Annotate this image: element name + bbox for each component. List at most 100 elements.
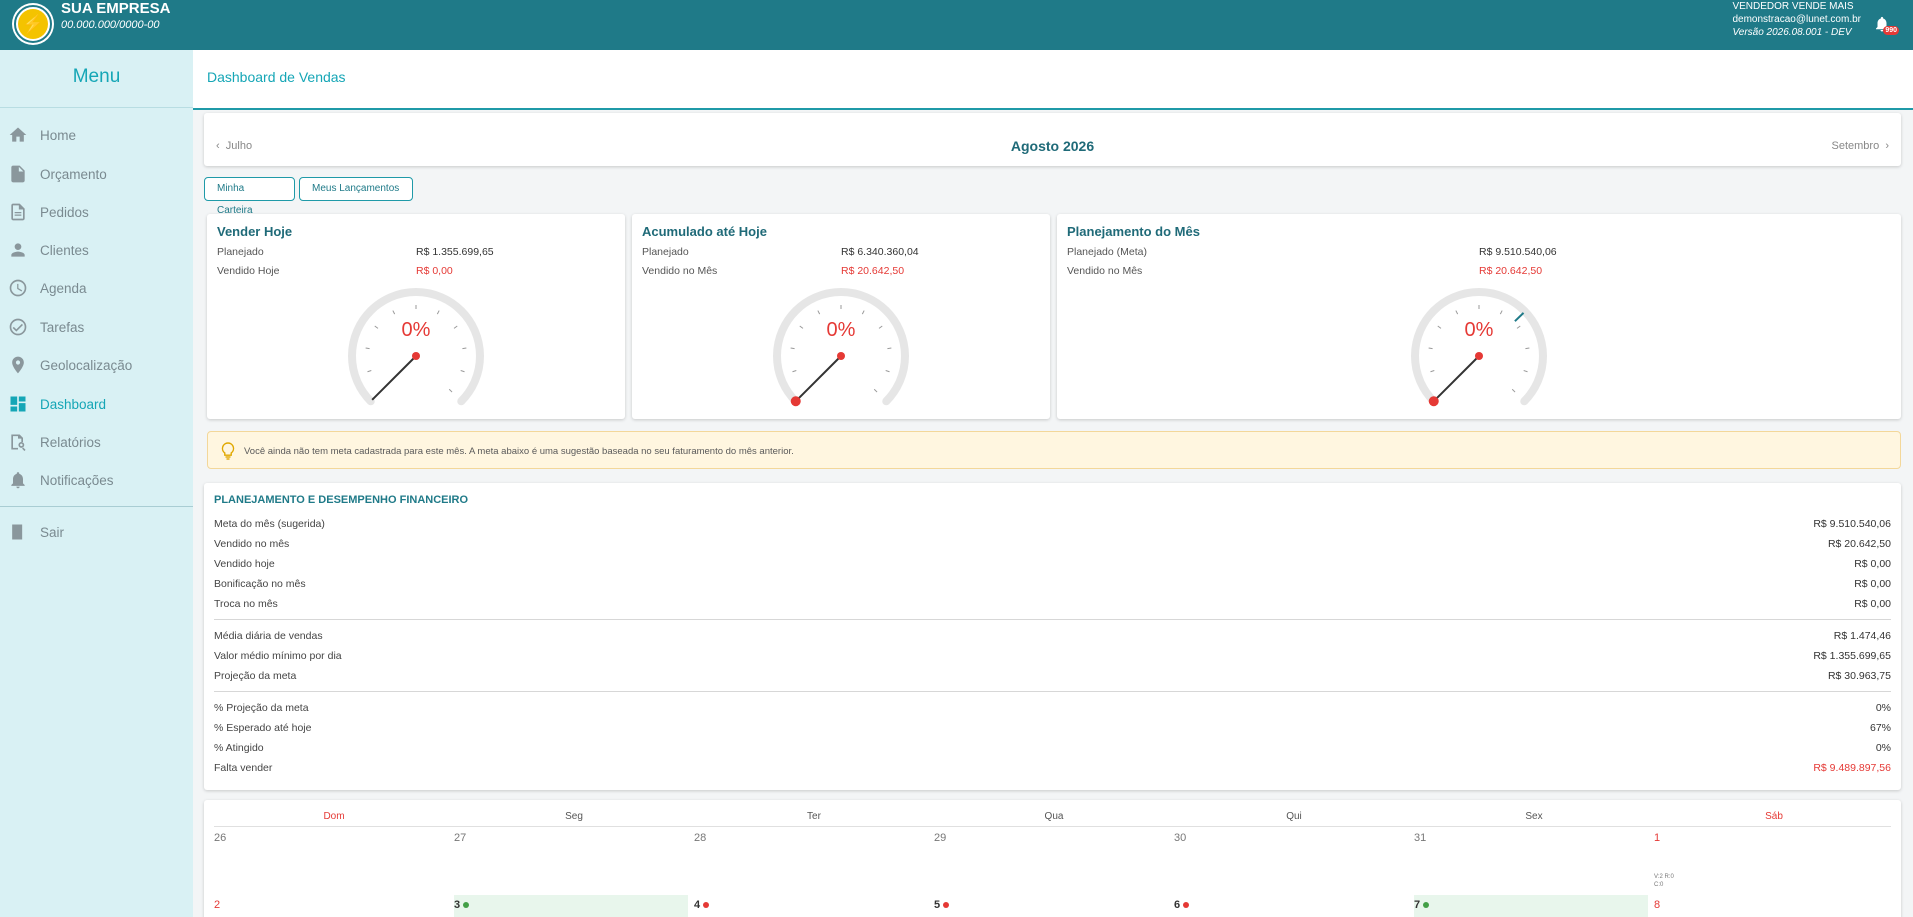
weekday-header: Qui (1286, 811, 1302, 822)
gauge-tick (436, 310, 440, 315)
weekday-header: Ter (807, 811, 821, 822)
sidebar-item-sair[interactable]: Sair (0, 517, 193, 547)
calendar-day-number: 2 (214, 899, 221, 911)
gauge-start-dot (790, 396, 801, 407)
gauge-row2-value: R$ 0,00 (416, 265, 453, 277)
gauge-tick (365, 347, 370, 350)
meus-lancamentos-button[interactable]: Meus Lançamentos (299, 177, 413, 201)
calendar-day-number: 8 (1654, 899, 1661, 911)
sidebar-item-geolocalizacao[interactable]: Geolocalização (0, 350, 193, 380)
calendar-day[interactable]: 28 (694, 832, 706, 844)
financial-row-label: Projeção da meta (214, 670, 297, 682)
financial-row-label: Bonificação no mês (214, 578, 306, 590)
gauge-percent: 0% (827, 319, 856, 341)
sidebar-item-label: Geolocalização (40, 357, 133, 373)
gauge-needle (796, 355, 842, 401)
gauge-tick (1523, 370, 1528, 373)
calendar-day[interactable]: 26 (214, 832, 226, 844)
next-month-link[interactable]: Setembro › (1832, 140, 1889, 152)
gauge-start-dot (1428, 396, 1439, 407)
gauge-card: Vender Hoje Planejado R$ 1.355.699,65 Vendi… (207, 214, 625, 419)
gauge-percent: 0% (1465, 319, 1494, 341)
calendar-day[interactable]: 7 (1414, 899, 1430, 911)
weekday-header: Sáb (1765, 811, 1783, 822)
weekday-header: Sex (1525, 811, 1543, 822)
report-search-icon (8, 432, 28, 452)
calendar-day[interactable]: 27 (454, 832, 466, 844)
gauge-hub (1475, 352, 1483, 360)
content-header: Dashboard de Vendas (193, 50, 1913, 110)
gauge-tick (1499, 310, 1503, 315)
gauge-tick (861, 310, 865, 315)
weekday-header: Seg (565, 811, 583, 822)
minha-carteira-button[interactable]: Minha Carteira (204, 177, 295, 216)
gauge-target-marker (1514, 312, 1525, 322)
gauge-tick (817, 310, 821, 315)
financial-row: % Atingido 0% (214, 742, 1891, 756)
gauge-row2-label: Vendido no Mês (642, 265, 718, 277)
financial-row-value: R$ 30.963,75 (1827, 670, 1891, 682)
calendar-day[interactable]: 4 (694, 899, 710, 911)
sidebar-item-pedidos[interactable]: Pedidos (0, 197, 193, 227)
sidebar-item-orcamento[interactable]: Orçamento (0, 159, 193, 189)
gauge-row1-label: Planejado (217, 246, 264, 258)
gauge-tick (1516, 325, 1521, 329)
company-name: SUA EMPRESA (61, 0, 171, 17)
financial-row: Falta vender R$ 9.489.897,56 (214, 762, 1891, 776)
user-name: VENDEDOR VENDE MAIS (1732, 1, 1854, 12)
gauge-row1-label: Planejado (642, 246, 689, 258)
financial-row: Projeção da meta R$ 30.963,75 (214, 670, 1891, 684)
financial-row-value: R$ 0,00 (1854, 558, 1891, 570)
calendar-day[interactable]: 2 (214, 899, 220, 911)
calendar-day[interactable]: 30 (1174, 832, 1186, 844)
financial-row-value: 0% (1875, 702, 1891, 714)
calendar-day[interactable]: 5 (934, 899, 950, 911)
financial-row-label: Vendido hoje (214, 558, 275, 570)
sidebar-item-label: Dashboard (40, 396, 107, 412)
financial-row: Troca no mês R$ 0,00 (214, 598, 1891, 612)
sidebar-item-dashboard[interactable]: Dashboard (0, 389, 193, 419)
calendar-day[interactable]: 3 (454, 899, 470, 911)
financial-row-value: 67% (1869, 722, 1891, 734)
gauge-tick (1511, 388, 1516, 393)
gauge-card: Acumulado até Hoje Planejado R$ 6.340.360,… (632, 214, 1050, 419)
sidebar-item-clientes[interactable]: Clientes (0, 235, 193, 265)
calendar-day[interactable]: 29 (934, 832, 946, 844)
summary-line1: V:2 R:0 (1654, 874, 1674, 880)
gauge-tick (374, 325, 379, 329)
suggested-goal-alert: Você ainda não tem meta cadastrada para … (207, 431, 1901, 469)
gauge-row1-value: R$ 1.355.699,65 (416, 246, 494, 258)
sidebar-item-home[interactable]: Home (0, 120, 193, 150)
notifications-bell-button[interactable]: 990 (1873, 14, 1899, 36)
user-info[interactable]: VENDEDOR VENDE MAIS demonstracao@lunet.c… (1732, 0, 1861, 39)
sidebar-item-tarefas[interactable]: Tarefas (0, 312, 193, 342)
financial-row-value: R$ 9.510.540,06 (1813, 518, 1891, 530)
calendar-day[interactable]: 31 (1414, 832, 1426, 844)
financial-row-label: Falta vender (214, 762, 273, 774)
weekday-header: Qua (1044, 811, 1064, 822)
gauge-row2-label: Vendido no Mês (1067, 265, 1143, 277)
sidebar-item-agenda[interactable]: Agenda (0, 273, 193, 303)
sidebar-item-label: Pedidos (40, 204, 89, 220)
sidebar-item-relatorios[interactable]: Relatórios (0, 427, 193, 457)
calendar-day[interactable]: 6 (1174, 899, 1190, 911)
sidebar-item-notificacoes[interactable]: Notificações (0, 465, 193, 495)
gauge-tick (878, 325, 883, 329)
gauge-hub (412, 352, 420, 360)
calendar-day-number: 5 (934, 899, 941, 911)
financial-row: Bonificação no mês R$ 0,00 (214, 578, 1891, 592)
sidebar-item-label: Clientes (40, 242, 89, 258)
gauge-tick (799, 325, 804, 329)
calendar-day[interactable]: 8 (1654, 899, 1660, 911)
gauge-title: Acumulado até Hoje (642, 224, 767, 239)
company-logo[interactable]: ⚡ (14, 5, 52, 43)
lightbulb-icon (221, 442, 235, 460)
exit-door-icon (8, 522, 28, 542)
financial-row-value: R$ 0,00 (1854, 578, 1891, 590)
alert-text: Você ainda não tem meta cadastrada para … (244, 446, 794, 457)
user-email: demonstracao@lunet.com.br (1732, 14, 1861, 25)
calendar-day[interactable]: 1 (1654, 832, 1660, 844)
financial-row-label: Vendido no mês (214, 538, 290, 550)
notification-count-badge: 990 (1883, 26, 1899, 35)
sidebar-item-label: Agenda (40, 280, 87, 296)
